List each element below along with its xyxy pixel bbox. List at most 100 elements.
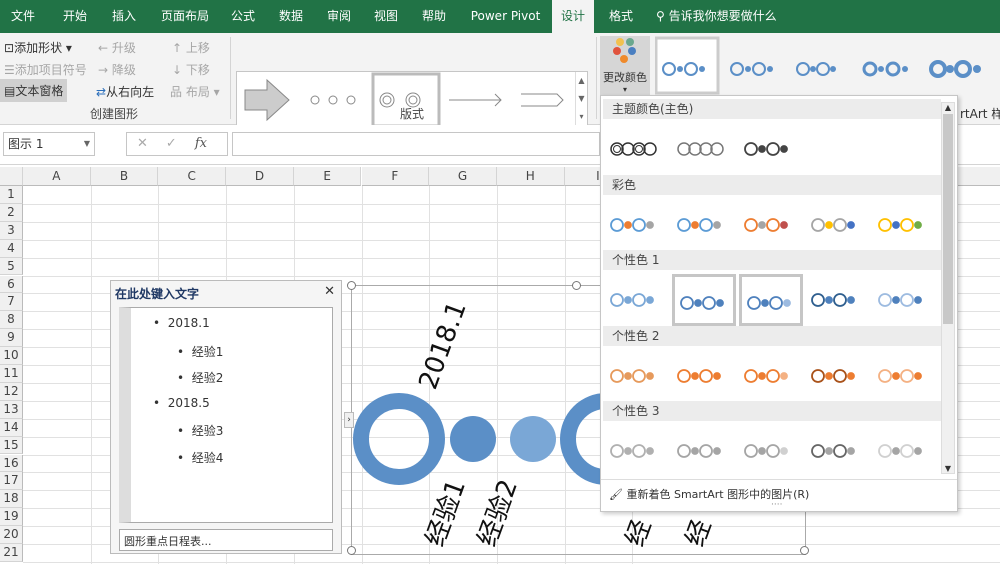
color-option[interactable] <box>672 425 736 477</box>
layout-description-link[interactable]: 圆形重点日程表... <box>119 529 333 551</box>
change-colors-button[interactable]: 更改颜色 ▾ <box>600 36 650 96</box>
enter-icon[interactable]: ✓ <box>166 136 177 151</box>
resize-handle[interactable] <box>347 281 356 290</box>
tab-help[interactable]: 帮助 <box>414 0 454 33</box>
text-pane-editor[interactable]: • 2018.1 • 经验1 • 经验2 • 2018.5 • 经验3 • 经验4 <box>119 307 333 523</box>
styles-gallery[interactable] <box>655 36 1000 96</box>
tab-design[interactable]: 设计 <box>552 0 594 33</box>
column-header[interactable]: A <box>23 167 91 186</box>
color-option[interactable] <box>739 350 803 402</box>
tab-home[interactable]: 开始 <box>55 0 95 33</box>
column-header[interactable]: D <box>226 167 294 186</box>
row-header[interactable]: 2 <box>0 203 23 222</box>
row-header[interactable]: 11 <box>0 365 23 383</box>
text-pane-bullet[interactable]: • 经验3 <box>177 422 223 439</box>
cancel-icon[interactable]: ✕ <box>137 136 148 151</box>
gallery-scroll[interactable]: ▲ ▼ ▾ <box>575 72 587 126</box>
tell-me-search[interactable]: ⚲ 告诉我你想要做什么 <box>656 0 796 33</box>
function-icon[interactable]: fx <box>195 136 207 151</box>
color-option[interactable] <box>672 123 736 175</box>
resize-handle[interactable] <box>347 546 356 555</box>
right-to-left-button[interactable]: ⇄从右向左 <box>96 83 154 100</box>
tab-data[interactable]: 数据 <box>271 0 311 33</box>
column-header[interactable]: H <box>496 167 565 186</box>
tab-view[interactable]: 视图 <box>366 0 406 33</box>
row-header[interactable]: 9 <box>0 329 23 348</box>
tab-format[interactable]: 格式 <box>600 0 642 33</box>
text-pane-bullet[interactable]: • 2018.1 <box>153 316 210 330</box>
expand-text-pane-button[interactable]: › <box>344 412 354 428</box>
color-option[interactable] <box>739 274 803 326</box>
row-header[interactable]: 4 <box>0 239 23 258</box>
row-header[interactable]: 15 <box>0 436 23 455</box>
color-option[interactable] <box>739 123 803 175</box>
add-bullet-button[interactable]: ☰添加项目符号 <box>4 61 87 78</box>
scroll-thumb[interactable] <box>943 114 953 324</box>
row-header[interactable]: 21 <box>0 544 23 562</box>
layout-button[interactable]: 品 布局 ▾ <box>170 83 220 100</box>
demote-button[interactable]: → 降级 <box>98 61 136 78</box>
text-pane-bullet[interactable]: • 经验4 <box>177 449 223 466</box>
color-option[interactable] <box>739 199 803 251</box>
column-header[interactable]: B <box>90 167 159 186</box>
close-icon[interactable]: ✕ <box>324 284 335 299</box>
move-up-button[interactable]: ↑ 上移 <box>172 39 210 56</box>
color-option[interactable] <box>873 274 937 326</box>
move-down-button[interactable]: ↓ 下移 <box>172 61 210 78</box>
row-header[interactable]: 12 <box>0 382 23 401</box>
color-option[interactable] <box>806 425 870 477</box>
color-option[interactable] <box>806 274 870 326</box>
tab-review[interactable]: 审阅 <box>319 0 359 33</box>
tab-file[interactable]: 文件 <box>5 0 41 33</box>
tab-insert[interactable]: 插入 <box>104 0 144 33</box>
row-header[interactable]: 10 <box>0 347 23 365</box>
color-option[interactable] <box>873 350 937 402</box>
text-pane-bullet[interactable]: • 2018.5 <box>153 396 210 410</box>
row-header[interactable]: 17 <box>0 472 23 491</box>
color-option[interactable] <box>605 199 669 251</box>
column-header[interactable]: G <box>429 167 497 186</box>
row-header[interactable]: 1 <box>0 186 23 204</box>
tab-power-pivot[interactable]: Power Pivot <box>463 0 548 33</box>
color-option[interactable] <box>605 274 669 326</box>
color-option[interactable] <box>605 350 669 402</box>
row-header[interactable]: 14 <box>0 418 23 437</box>
name-box[interactable]: 图示 1 ▼ <box>3 132 95 156</box>
tab-page-layout[interactable]: 页面布局 <box>155 0 215 33</box>
resize-handle[interactable] <box>800 546 809 555</box>
color-option[interactable] <box>672 199 736 251</box>
tab-formulas[interactable]: 公式 <box>223 0 263 33</box>
row-header[interactable]: 6 <box>0 275 23 294</box>
select-all[interactable] <box>0 167 23 186</box>
text-pane-bullet[interactable]: • 经验1 <box>177 343 223 360</box>
row-header[interactable]: 5 <box>0 257 23 276</box>
color-option[interactable] <box>605 425 669 477</box>
color-option[interactable] <box>672 274 736 326</box>
color-option[interactable] <box>806 350 870 402</box>
row-header[interactable]: 20 <box>0 526 23 544</box>
column-header[interactable]: E <box>293 167 362 186</box>
dropdown-scrollbar[interactable]: ▲ ▼ <box>941 102 955 474</box>
column-header[interactable]: C <box>158 167 227 186</box>
text-pane-button[interactable]: ▤文本窗格 <box>0 79 68 102</box>
row-header[interactable]: 13 <box>0 400 23 419</box>
promote-button[interactable]: ← 升级 <box>98 39 136 56</box>
add-shape-button[interactable]: ⊡添加形状 ▾ <box>4 39 72 56</box>
text-pane-bullet[interactable]: • 经验2 <box>177 369 223 386</box>
row-header[interactable]: 7 <box>0 293 23 312</box>
color-option[interactable] <box>672 350 736 402</box>
color-option[interactable] <box>873 199 937 251</box>
color-option[interactable] <box>605 123 669 175</box>
color-option[interactable] <box>806 199 870 251</box>
resize-grip[interactable]: ···· <box>771 500 782 510</box>
color-option[interactable] <box>739 425 803 477</box>
row-header[interactable]: 3 <box>0 221 23 240</box>
resize-handle[interactable] <box>572 281 581 290</box>
color-option[interactable] <box>873 425 937 477</box>
formula-input[interactable] <box>232 132 600 156</box>
row-header[interactable]: 18 <box>0 490 23 509</box>
row-header[interactable]: 19 <box>0 508 23 527</box>
row-header[interactable]: 8 <box>0 311 23 330</box>
column-header[interactable]: F <box>361 167 430 186</box>
row-header[interactable]: 16 <box>0 454 23 473</box>
